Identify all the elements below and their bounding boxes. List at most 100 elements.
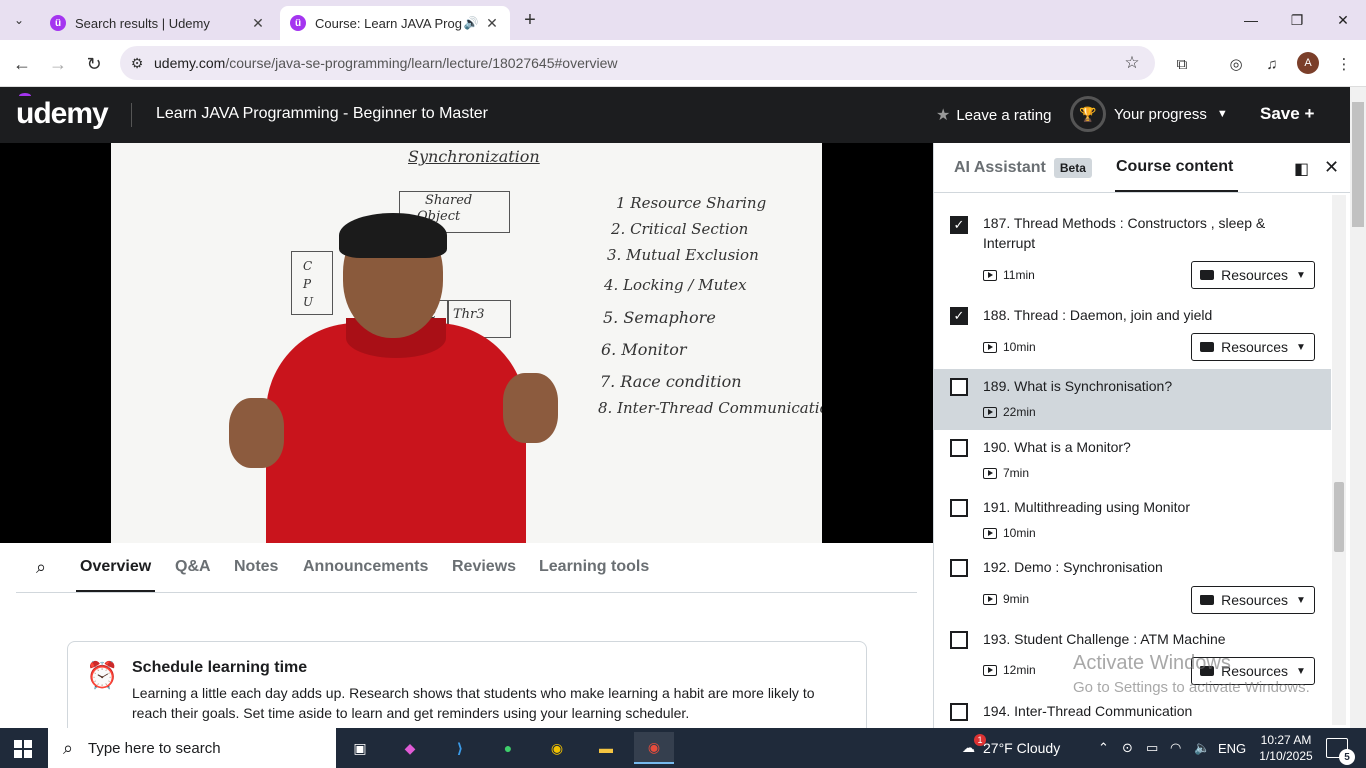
- tab-title: Course: Learn JAVA Program: [315, 15, 462, 31]
- copilot-icon[interactable]: ◆: [390, 732, 430, 764]
- browser-tab-course[interactable]: ü Course: Learn JAVA Program 🔊 ✕: [280, 6, 510, 40]
- sidebar-scroll-thumb[interactable]: [1334, 482, 1344, 552]
- presenter-left-hand: [229, 398, 284, 468]
- lecture-checkbox[interactable]: [950, 499, 968, 517]
- list-item[interactable]: 192. Demo : Synchronisation 9min Resourc…: [934, 550, 1331, 622]
- extensions-icon[interactable]: ⧉: [1170, 52, 1194, 76]
- resources-button[interactable]: Resources ▼: [1191, 333, 1315, 361]
- performance-icon[interactable]: ◎: [1224, 52, 1248, 76]
- your-progress-button[interactable]: 🏆 Your progress ▼: [1070, 96, 1228, 132]
- weather-text: 27°F Cloudy: [983, 740, 1061, 756]
- chevron-down-icon: ▼: [1296, 594, 1306, 606]
- save-button[interactable]: Save +: [1260, 104, 1314, 124]
- resources-button[interactable]: Resources ▼: [1191, 261, 1315, 289]
- wifi-icon[interactable]: ◠: [1170, 728, 1181, 768]
- list-item[interactable]: ✓ 187. Thread Methods : Constructors , s…: [934, 193, 1331, 295]
- bookmark-star-icon[interactable]: ☆: [1117, 53, 1147, 73]
- page-scroll-thumb[interactable]: [1352, 102, 1364, 227]
- taskbar-search-box[interactable]: ⌕ Type here to search: [48, 728, 336, 768]
- close-sidebar-icon[interactable]: ✕: [1324, 157, 1339, 178]
- udemy-logo[interactable]: udemy: [16, 93, 109, 131]
- tab-qa[interactable]: Q&A: [175, 558, 211, 576]
- list-item-current[interactable]: 189. What is Synchronisation? 22min: [934, 369, 1331, 430]
- wb-point: 4. Locking / Mutex: [604, 276, 747, 294]
- lecture-duration: 11min: [983, 268, 1035, 282]
- list-item[interactable]: ✓ 188. Thread : Daemon, join and yield 1…: [934, 295, 1331, 368]
- show-hidden-icons[interactable]: ⌃: [1098, 728, 1109, 768]
- tab-course-content[interactable]: Course content: [1116, 158, 1233, 176]
- new-tab-button[interactable]: +: [518, 8, 542, 32]
- chevron-down-icon: ▼: [1296, 341, 1306, 353]
- tab-reviews[interactable]: Reviews: [452, 558, 516, 576]
- tab-notes[interactable]: Notes: [234, 558, 278, 576]
- volume-icon[interactable]: 🔈: [1194, 728, 1210, 768]
- tab-announcements[interactable]: Announcements: [303, 558, 428, 576]
- battery-icon[interactable]: ▭: [1146, 728, 1158, 768]
- lecture-checkbox[interactable]: [950, 439, 968, 457]
- lecture-duration: 12min: [983, 663, 1036, 677]
- speaker-icon[interactable]: 🔊: [462, 16, 480, 30]
- cpu-c: C: [303, 259, 313, 273]
- weather-widget[interactable]: ☁ 1 27°F Cloudy: [962, 728, 1060, 768]
- course-title[interactable]: Learn JAVA Programming - Beginner to Mas…: [156, 105, 488, 123]
- meet-icon[interactable]: ⊙: [1122, 728, 1133, 768]
- chrome-active-icon[interactable]: ◉: [634, 732, 674, 764]
- profile-avatar[interactable]: A: [1297, 52, 1319, 74]
- close-tab-icon[interactable]: ✕: [250, 15, 266, 32]
- back-button[interactable]: ←: [8, 50, 36, 78]
- progress-label: Your progress: [1114, 105, 1207, 123]
- windows-start-icon[interactable]: [14, 740, 32, 758]
- lecture-checkbox[interactable]: ✓: [950, 216, 968, 234]
- list-item[interactable]: 190. What is a Monitor? 7min: [934, 430, 1331, 490]
- vscode-icon[interactable]: ⟩: [440, 732, 480, 764]
- active-sidebar-tab-underline: [1115, 190, 1238, 192]
- media-control-icon[interactable]: ♫: [1260, 52, 1284, 76]
- reload-button[interactable]: ↻: [80, 50, 108, 78]
- search-icon[interactable]: ⌕: [36, 557, 46, 578]
- video-player[interactable]: Synchronization Shared Object C P U r2 T…: [0, 143, 933, 543]
- list-item[interactable]: 194. Inter-Thread Communication: [934, 694, 1331, 728]
- video-icon: [983, 341, 997, 353]
- tab-learning-tools[interactable]: Learning tools: [539, 558, 649, 576]
- url-text[interactable]: udemy.com/course/java-se-programming/lea…: [154, 55, 1117, 71]
- address-bar[interactable]: ⚙ udemy.com/course/java-se-programming/l…: [120, 46, 1155, 80]
- lecture-title: 187. Thread Methods : Constructors , sle…: [983, 215, 1266, 251]
- notification-count: 5: [1339, 749, 1355, 765]
- close-tab-icon[interactable]: ✕: [484, 15, 500, 32]
- udemy-header: udemy Learn JAVA Programming - Beginner …: [0, 87, 1350, 143]
- browser-tab-strip: ⌄ ü Search results | Udemy ✕ ü Course: L…: [0, 0, 1366, 40]
- lecture-checkbox[interactable]: [950, 559, 968, 577]
- task-view-icon[interactable]: ▣: [340, 732, 380, 764]
- lecture-duration: 22min: [983, 405, 1036, 419]
- search-icon: ⌕: [62, 737, 74, 758]
- video-icon: [983, 406, 997, 418]
- taskbar-clock[interactable]: 10:27 AM 1/10/2025: [1256, 732, 1316, 764]
- minimize-button[interactable]: —: [1228, 0, 1274, 40]
- tab-ai-assistant[interactable]: AI Assistant Beta: [954, 158, 1092, 178]
- lecture-checkbox[interactable]: [950, 631, 968, 649]
- sidebar-scrollbar[interactable]: [1332, 195, 1346, 725]
- whatsapp-icon[interactable]: ●: [488, 732, 528, 764]
- language-indicator[interactable]: ENG: [1218, 728, 1246, 768]
- restore-button[interactable]: ❐: [1274, 0, 1320, 40]
- browser-tab-search-results[interactable]: ü Search results | Udemy ✕: [40, 6, 276, 40]
- header-divider: [131, 103, 132, 127]
- wb-point: 8. Inter-Thread Communication: [598, 399, 822, 417]
- chevron-down-icon: ▼: [1216, 108, 1228, 120]
- forward-button[interactable]: →: [44, 50, 72, 78]
- chrome-icon[interactable]: ◉: [537, 732, 577, 764]
- expand-panel-icon[interactable]: ◧: [1294, 159, 1309, 179]
- tab-search-button[interactable]: ⌄: [6, 8, 32, 32]
- resources-button[interactable]: Resources ▼: [1191, 586, 1315, 614]
- file-explorer-icon[interactable]: ▬: [586, 732, 626, 764]
- lecture-checkbox[interactable]: ✓: [950, 307, 968, 325]
- list-item[interactable]: 191. Multithreading using Monitor 10min: [934, 490, 1331, 550]
- menu-kebab-icon[interactable]: ⋮: [1332, 52, 1356, 76]
- lecture-checkbox[interactable]: [950, 703, 968, 721]
- leave-rating-button[interactable]: ★ Leave a rating: [936, 105, 1051, 125]
- notification-center-icon[interactable]: 5: [1326, 738, 1355, 765]
- lecture-checkbox[interactable]: [950, 378, 968, 396]
- tab-overview[interactable]: Overview: [80, 558, 151, 576]
- site-info-icon[interactable]: ⚙: [120, 55, 154, 72]
- close-window-button[interactable]: ✕: [1320, 0, 1366, 40]
